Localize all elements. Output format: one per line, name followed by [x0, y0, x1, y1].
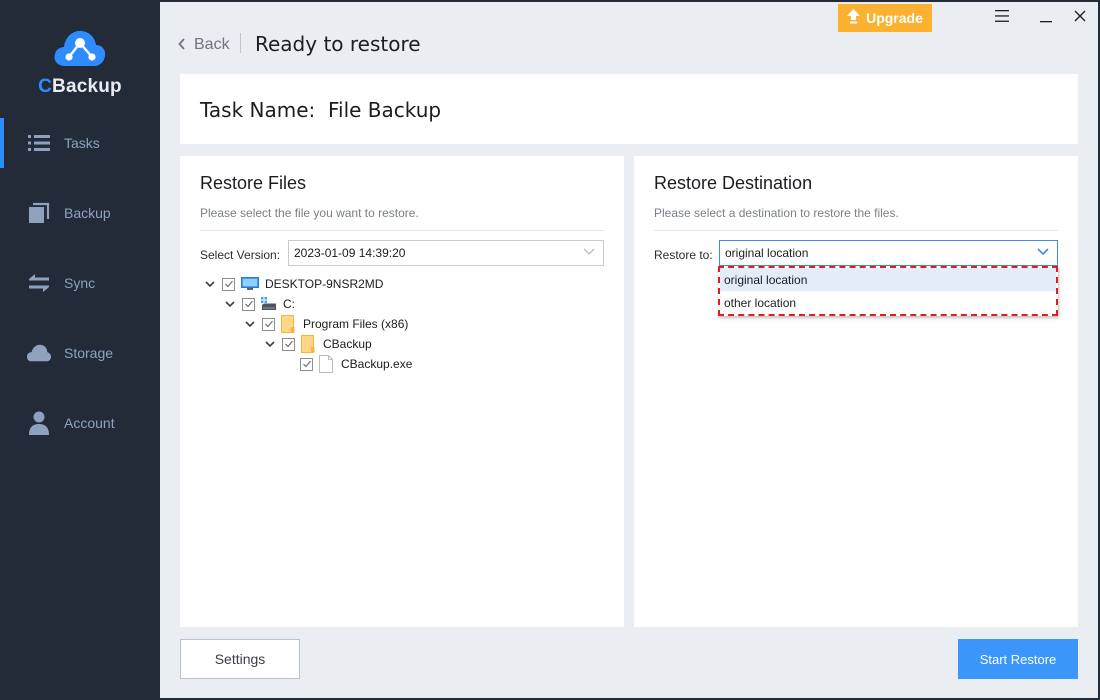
back-button[interactable]: Back — [178, 36, 230, 54]
checkmark-icon — [284, 340, 293, 348]
tree-node-computer: DESKTOP-9NSR2MD — [204, 274, 383, 294]
divider — [654, 230, 1058, 231]
file-icon — [319, 355, 333, 373]
sync-arrows-icon — [27, 271, 51, 295]
tree-checkbox[interactable] — [242, 297, 255, 311]
tree-checkbox[interactable] — [262, 317, 275, 331]
restore-files-title: Restore Files — [200, 173, 307, 193]
sidebar-item-tasks[interactable]: Tasks — [0, 118, 160, 168]
checkmark-icon — [244, 300, 253, 308]
select-version-label: Select Version: — [200, 248, 281, 262]
tree-node-file: CBackup.exe — [300, 354, 412, 374]
hamburger-menu-icon — [995, 10, 1009, 22]
cbackup-logo-icon — [54, 30, 106, 66]
settings-button[interactable]: Settings — [180, 639, 300, 679]
sidebar-item-label: Backup — [64, 205, 111, 221]
chevron-down-icon — [583, 245, 595, 262]
sidebar-item-backup[interactable]: Backup — [0, 188, 160, 238]
sidebar-item-label: Account — [64, 415, 115, 431]
drive-icon — [261, 297, 277, 311]
cloud-icon — [27, 341, 51, 365]
title-divider — [240, 33, 241, 53]
computer-icon — [241, 277, 259, 291]
expand-toggle[interactable] — [244, 318, 256, 330]
version-select[interactable]: 2023-01-09 14:39:20 — [288, 240, 604, 266]
page-title: Ready to restore — [255, 32, 421, 56]
main-content: Back Ready to restore Upgrade Task Name:… — [160, 0, 1098, 698]
title-bar: Back Ready to restore Upgrade — [160, 2, 1098, 72]
restore-destination-panel: Restore Destination Please select a dest… — [634, 156, 1078, 627]
tree-node-label: CBackup.exe — [341, 357, 413, 371]
expand-toggle[interactable] — [204, 278, 216, 290]
tree-checkbox[interactable] — [222, 277, 235, 291]
close-button[interactable] — [1070, 6, 1090, 26]
app-name: CBackup — [38, 76, 122, 97]
sidebar-item-label: Tasks — [64, 135, 100, 151]
restore-to-label: Restore to: — [654, 248, 713, 262]
tree-node-folder: CBackup — [264, 334, 372, 354]
tree-node-label: Program Files (x86) — [303, 317, 409, 331]
menu-button[interactable] — [992, 6, 1012, 26]
back-label: Back — [194, 36, 230, 53]
chevron-down-icon — [1037, 245, 1049, 262]
divider — [200, 230, 604, 231]
minimize-button[interactable] — [1036, 6, 1056, 26]
chevron-down-icon — [265, 341, 275, 348]
restore-files-panel: Restore Files Please select the file you… — [180, 156, 624, 627]
tree-node-label: C: — [283, 297, 295, 311]
sidebar-nav: Tasks Backup Sync Storage Account — [0, 118, 160, 468]
folder-icon — [281, 315, 295, 333]
tree-node-label: DESKTOP-9NSR2MD — [265, 277, 384, 291]
chevron-down-icon — [205, 281, 215, 288]
start-restore-button[interactable]: Start Restore — [958, 639, 1078, 679]
dropdown-option-other-location[interactable]: other location — [720, 291, 1056, 314]
restore-to-select[interactable]: original location — [719, 240, 1058, 266]
user-icon — [27, 411, 51, 435]
sidebar: CBackup Tasks Backup Sync Storage Accoun… — [0, 0, 160, 700]
list-icon — [27, 131, 51, 155]
upload-arrow-icon — [847, 9, 861, 27]
sidebar-item-storage[interactable]: Storage — [0, 328, 160, 378]
restore-destination-title: Restore Destination — [654, 173, 813, 193]
upgrade-button[interactable]: Upgrade — [838, 4, 932, 32]
restore-destination-subtitle: Please select a destination to restore t… — [654, 206, 899, 220]
chevron-down-icon — [225, 301, 235, 308]
app-logo: CBackup — [0, 28, 160, 98]
minimize-icon — [1040, 21, 1052, 23]
copy-icon — [27, 201, 51, 225]
tree-node-folder: Program Files (x86) — [244, 314, 408, 334]
task-name: Task Name: File Backup — [200, 98, 442, 122]
folder-icon — [301, 335, 315, 353]
tree-checkbox[interactable] — [282, 337, 295, 351]
task-name-card: Task Name: File Backup — [180, 74, 1078, 144]
restore-to-value: original location — [725, 246, 809, 260]
expand-toggle[interactable] — [224, 298, 236, 310]
chevron-down-icon — [245, 321, 255, 328]
tree-node-label: CBackup — [323, 337, 372, 351]
dropdown-option-original-location[interactable]: original location — [720, 268, 1056, 291]
tree-node-drive: C: — [224, 294, 295, 314]
sidebar-item-label: Sync — [64, 275, 96, 291]
restore-to-dropdown: original location other location — [718, 266, 1058, 316]
task-name-value: File Backup — [327, 98, 442, 122]
sidebar-item-sync[interactable]: Sync — [0, 258, 160, 308]
chevron-left-icon — [178, 37, 186, 53]
checkmark-icon — [302, 360, 311, 368]
close-icon — [1074, 10, 1086, 22]
expand-toggle[interactable] — [264, 338, 276, 350]
sidebar-item-account[interactable]: Account — [0, 398, 160, 448]
tree-checkbox[interactable] — [300, 357, 313, 371]
sidebar-item-label: Storage — [64, 345, 114, 361]
version-value: 2023-01-09 14:39:20 — [294, 246, 406, 260]
checkmark-icon — [264, 320, 273, 328]
upgrade-label: Upgrade — [866, 10, 923, 26]
checkmark-icon — [224, 280, 233, 288]
restore-files-subtitle: Please select the file you want to resto… — [200, 206, 419, 220]
